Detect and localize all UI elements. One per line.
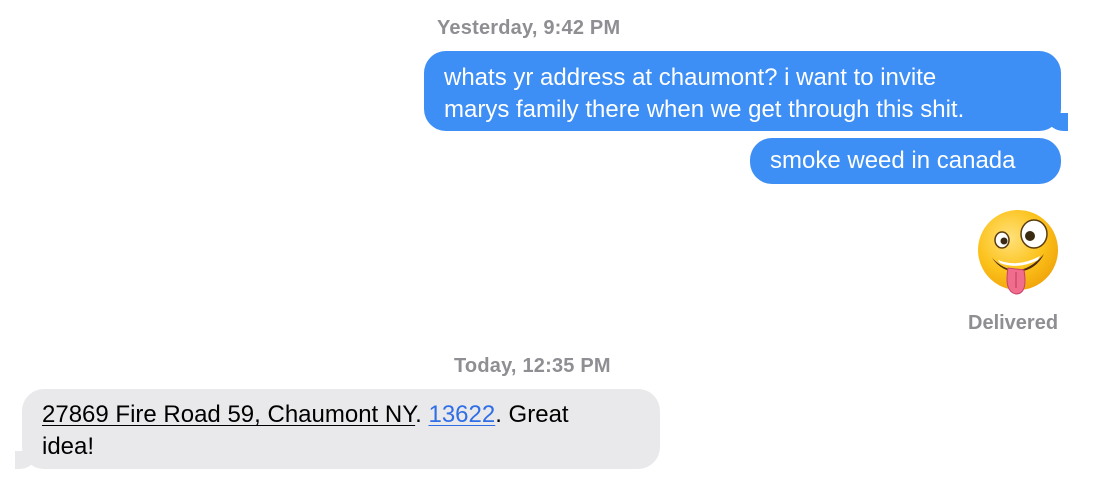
message-text-line: whats yr address at chaumont? i want to …: [444, 64, 937, 91]
timestamp-today: Today, 12:35 PM: [454, 355, 611, 377]
zip-code-link[interactable]: 13622: [428, 401, 495, 428]
address-link[interactable]: 27869 Fire Road 59, Chaumont NY: [42, 401, 415, 428]
zany-face-emoji-svg: [978, 210, 1058, 295]
received-message-bubble[interactable]: 27869 Fire Road 59, Chaumont NY. 13622. …: [15, 389, 660, 469]
message-text: . Great: [495, 401, 569, 428]
sent-message-bubble-2[interactable]: smoke weed in canada: [750, 138, 1061, 184]
timestamp-yesterday: Yesterday, 9:42 PM: [437, 17, 621, 39]
zany-face-emoji-icon[interactable]: [974, 208, 1066, 300]
message-text: idea!: [42, 433, 95, 460]
sent-message-bubble-1[interactable]: whats yr address at chaumont? i want to …: [424, 51, 1068, 131]
message-text: .: [415, 401, 429, 428]
delivered-status: Delivered: [968, 312, 1059, 334]
message-text-line: marys family there when we get through t…: [444, 96, 965, 123]
message-text: smoke weed in canada: [770, 147, 1016, 174]
